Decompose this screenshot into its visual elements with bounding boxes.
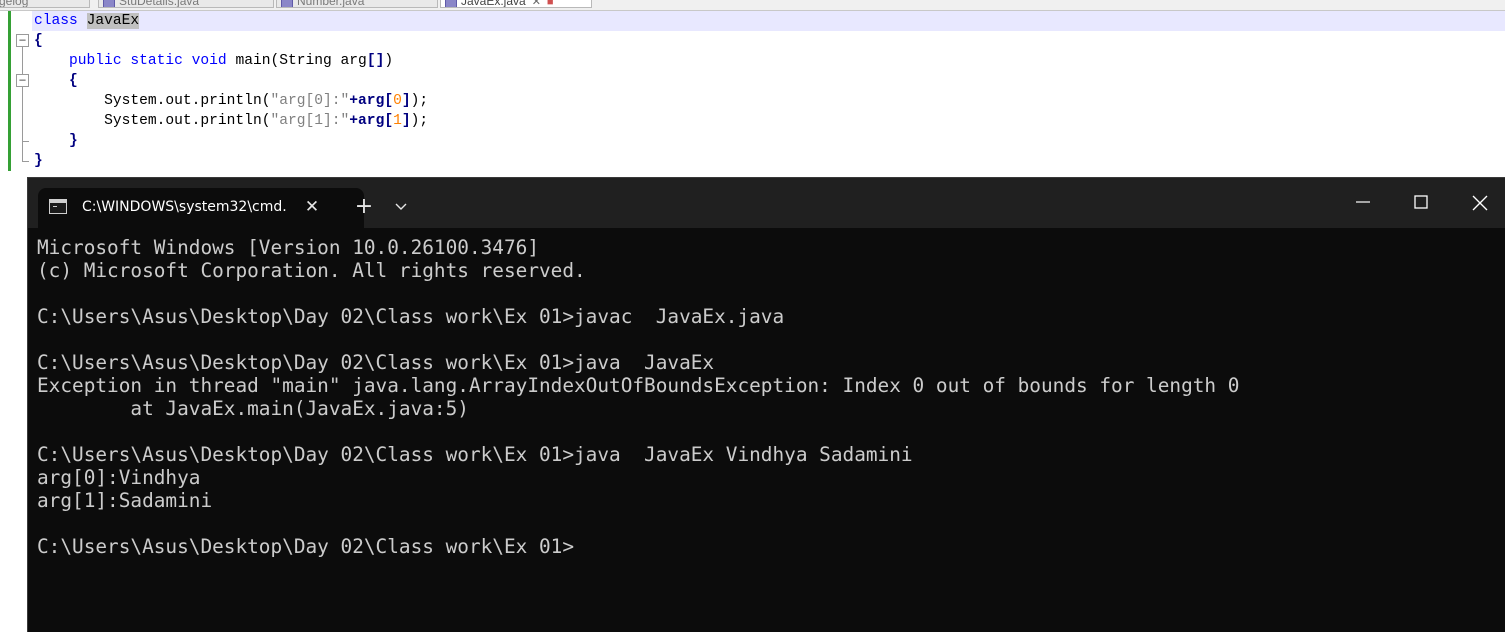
fold-toggle-icon[interactable]: − (16, 74, 29, 87)
java-file-icon (445, 0, 457, 7)
console-line: arg[1]:Sadamini (37, 489, 213, 512)
code-line-6: System.out.println("arg[1]:"+arg[1]); (104, 113, 429, 129)
fold-guide (22, 47, 23, 74)
code-text: +arg (349, 93, 385, 109)
code-line-8: } (34, 151, 43, 171)
console-prompt: C:\Users\Asus\Desktop\Day 02\Class work\… (37, 535, 575, 558)
terminal-tab-title: C:\WINDOWS\system32\cmd. (82, 199, 287, 215)
fold-guide (22, 87, 23, 141)
maximize-button[interactable] (1392, 178, 1450, 224)
console-line: C:\Users\Asus\Desktop\Day 02\Class work\… (37, 351, 715, 374)
editor-tab-label: JavaEx.java (461, 0, 526, 8)
code-line-2: { (34, 31, 43, 51)
new-tab-button[interactable]: + (350, 194, 378, 222)
screen: gelog StuDetails.java Number.java JavaEx… (0, 0, 1505, 632)
console-line: arg[0]:Vindhya (37, 466, 201, 489)
close-tab-icon[interactable]: ■ (547, 0, 554, 7)
editor-tab-number[interactable]: Number.java (276, 0, 438, 8)
fold-end-marker (22, 161, 29, 162)
number-literal: 1 (393, 113, 402, 129)
code-line-7: } (34, 131, 78, 151)
editor-tab-studetails[interactable]: StuDetails.java (98, 0, 274, 8)
cmd-icon (49, 199, 67, 214)
brace: { (34, 33, 43, 49)
maximize-icon (1414, 195, 1428, 209)
fold-guide (22, 141, 23, 161)
number-literal: 0 (393, 93, 402, 109)
code-text: System.out.println( (104, 93, 271, 109)
keyword: void (191, 53, 227, 69)
minimize-icon (1356, 201, 1370, 203)
brace: } (69, 133, 78, 149)
code-text: System.out.println( (104, 113, 271, 129)
console-line: (c) Microsoft Corporation. All rights re… (37, 259, 586, 282)
fold-toggle-icon[interactable]: − (16, 34, 29, 47)
console-output[interactable]: Microsoft Windows [Version 10.0.26100.34… (37, 236, 1497, 626)
change-marker-bar (8, 11, 11, 171)
code-line-1: class JavaEx (34, 11, 140, 31)
editor-tab-strip: gelog StuDetails.java Number.java JavaEx… (0, 0, 1505, 11)
minimize-button[interactable] (1334, 178, 1392, 224)
selected-class-name: JavaEx (86, 13, 140, 29)
pin-icon[interactable]: ✕ (532, 0, 541, 7)
editor-tab-javaex[interactable]: JavaEx.java ✕ ■ (440, 0, 592, 8)
close-tab-icon[interactable]: ✕ (300, 195, 324, 219)
close-icon (1472, 195, 1488, 211)
editor-tab-label: StuDetails.java (119, 0, 200, 8)
keyword: static (130, 53, 183, 69)
current-line-highlight (32, 11, 1505, 31)
string-literal: "arg[1]:" (270, 113, 350, 129)
code-text: ); (410, 113, 429, 129)
bracket: [] (366, 53, 385, 69)
close-window-button[interactable] (1450, 178, 1505, 224)
console-line: Microsoft Windows [Version 10.0.26100.34… (37, 236, 539, 259)
terminal-tab[interactable]: C:\WINDOWS\system32\cmd. ✕ (38, 188, 364, 228)
chevron-down-icon (395, 203, 407, 210)
fold-end-marker (22, 141, 29, 142)
console-line: C:\Users\Asus\Desktop\Day 02\Class work\… (37, 443, 913, 466)
java-file-icon (281, 0, 293, 7)
code-text: main(String arg (226, 53, 367, 69)
brace: { (69, 73, 78, 89)
tab-dropdown-button[interactable] (390, 194, 412, 222)
console-line: C:\Users\Asus\Desktop\Day 02\Class work\… (37, 305, 785, 328)
code-text: +arg (349, 113, 385, 129)
terminal-window: C:\WINDOWS\system32\cmd. ✕ + Microsoft W… (27, 177, 1505, 632)
keyword: public (69, 53, 122, 69)
keyword: class (34, 13, 78, 29)
java-file-icon (103, 0, 115, 7)
code-text: ); (410, 93, 429, 109)
code-text: ) (384, 53, 394, 69)
editor-tab-label: gelog (0, 0, 29, 8)
code-line-4: { (34, 71, 78, 91)
terminal-title-bar[interactable]: C:\WINDOWS\system32\cmd. ✕ + (28, 178, 1505, 228)
console-line: at JavaEx.main(JavaEx.java:5) (37, 397, 469, 420)
editor-tab-gelog[interactable]: gelog (0, 0, 90, 8)
string-literal: "arg[0]:" (270, 93, 350, 109)
code-line-3: public static void main(String arg[]) (34, 51, 393, 71)
brace: } (34, 153, 43, 169)
code-line-5: System.out.println("arg[0]:"+arg[0]); (104, 93, 429, 109)
editor-tab-label: Number.java (297, 0, 365, 8)
console-line: Exception in thread "main" java.lang.Arr… (37, 374, 1240, 397)
